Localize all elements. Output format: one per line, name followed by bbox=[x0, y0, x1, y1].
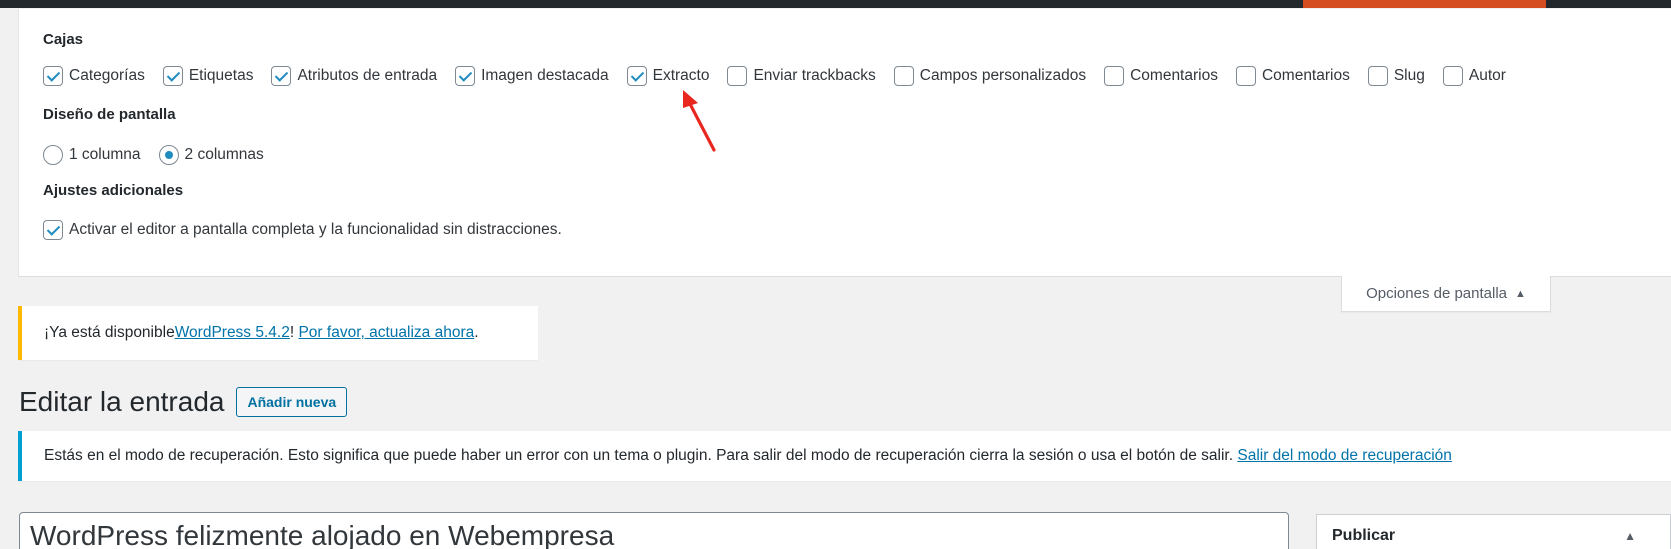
checkbox[interactable] bbox=[1235, 66, 1256, 86]
option-label: Atributos de entrada bbox=[297, 67, 438, 84]
update-notice: ¡Ya está disponible WordPress 5.4.2! Por… bbox=[18, 306, 538, 360]
box-option-imagen-destacada[interactable]: Imagen destacada bbox=[455, 66, 609, 86]
layout-option-1-column[interactable]: 1 columna bbox=[43, 145, 141, 165]
checkbox[interactable] bbox=[893, 66, 914, 86]
option-label: Etiquetas bbox=[188, 67, 254, 84]
page-title: Editar la entrada bbox=[19, 386, 225, 417]
layout-heading: Diseño de pantalla bbox=[43, 106, 176, 123]
option-label: Extracto bbox=[652, 67, 710, 84]
additional-settings-row: Activar el editor a pantalla completa y … bbox=[43, 220, 580, 240]
boxes-heading: Cajas bbox=[43, 31, 84, 48]
add-new-button[interactable]: Añadir nueva bbox=[236, 387, 348, 417]
option-label: Slug bbox=[1393, 67, 1425, 84]
layout-row: 1 columna 2 columnas bbox=[43, 145, 282, 165]
additional-settings-heading: Ajustes adicionales bbox=[43, 182, 184, 199]
box-option-extracto[interactable]: Extracto bbox=[626, 66, 710, 86]
option-label: Comentarios bbox=[1261, 67, 1350, 84]
box-option-slug[interactable]: Slug bbox=[1367, 66, 1425, 86]
checkbox[interactable] bbox=[43, 220, 63, 240]
box-option-categorias[interactable]: Categorías bbox=[43, 66, 145, 86]
checkbox[interactable] bbox=[626, 66, 647, 86]
update-notice-middle: ! bbox=[289, 324, 299, 341]
checkbox[interactable] bbox=[1367, 66, 1388, 86]
radio-button[interactable] bbox=[43, 145, 63, 165]
checkbox[interactable] bbox=[43, 66, 63, 86]
update-now-link[interactable]: Por favor, actualiza ahora bbox=[298, 324, 474, 342]
red-arrow-annotation bbox=[683, 90, 716, 152]
box-option-etiquetas[interactable]: Etiquetas bbox=[162, 66, 254, 86]
page-title-row: Editar la entrada Añadir nueva bbox=[19, 386, 348, 418]
box-option-atributos[interactable]: Atributos de entrada bbox=[271, 66, 437, 86]
checkbox[interactable] bbox=[162, 66, 183, 86]
option-label: Imagen destacada bbox=[481, 67, 609, 84]
update-notice-suffix: . bbox=[474, 324, 479, 341]
box-option-comentarios[interactable]: Comentarios bbox=[1104, 66, 1218, 86]
option-label: 1 columna bbox=[69, 146, 141, 163]
exit-recovery-mode-link[interactable]: Salir del modo de recuperación bbox=[1237, 447, 1452, 465]
checkbox[interactable] bbox=[1104, 66, 1125, 86]
wordpress-version-link[interactable]: WordPress 5.4.2 bbox=[175, 324, 290, 342]
publish-metabox: Publicar ▲ bbox=[1316, 514, 1671, 549]
box-option-comentarios-2[interactable]: Comentarios bbox=[1235, 66, 1350, 86]
option-label: Autor bbox=[1468, 67, 1506, 84]
screen-options-panel: Cajas Categorías Etiquetas Atributos de … bbox=[18, 9, 1671, 277]
post-title-input[interactable]: WordPress felizmente alojado en Webempre… bbox=[19, 512, 1289, 549]
box-option-campos-personalizados[interactable]: Campos personalizados bbox=[893, 66, 1087, 86]
checkbox[interactable] bbox=[1442, 66, 1463, 86]
option-label: 2 columnas bbox=[184, 146, 264, 163]
update-notice-prefix: ¡Ya está disponible bbox=[44, 324, 175, 341]
screen-options-label: Opciones de pantalla bbox=[1366, 285, 1508, 302]
caret-up-icon[interactable]: ▲ bbox=[1624, 529, 1636, 543]
checkbox[interactable] bbox=[727, 66, 748, 86]
box-option-autor[interactable]: Autor bbox=[1442, 66, 1506, 86]
admin-bar bbox=[0, 0, 1671, 8]
admin-bar-highlight-item[interactable] bbox=[1303, 0, 1546, 8]
option-label: Enviar trackbacks bbox=[753, 67, 876, 84]
checkbox[interactable] bbox=[455, 66, 476, 86]
radio-button[interactable] bbox=[158, 145, 179, 165]
recovery-mode-notice: Estás en el modo de recuperación. Esto s… bbox=[18, 431, 1671, 481]
option-label: Campos personalizados bbox=[919, 67, 1087, 84]
recovery-notice-text: Estás en el modo de recuperación. Esto s… bbox=[44, 447, 1238, 464]
caret-up-icon: ▲ bbox=[1515, 287, 1526, 300]
boxes-row: Categorías Etiquetas Atributos de entrad… bbox=[43, 66, 1524, 86]
checkbox[interactable] bbox=[271, 66, 292, 86]
box-option-trackbacks[interactable]: Enviar trackbacks bbox=[727, 66, 876, 86]
screen-options-toggle[interactable]: Opciones de pantalla ▲ bbox=[1341, 276, 1551, 312]
option-label: Comentarios bbox=[1130, 67, 1218, 84]
option-label: Categorías bbox=[69, 67, 145, 84]
distraction-free-option[interactable]: Activar el editor a pantalla completa y … bbox=[43, 220, 562, 240]
layout-option-2-columns[interactable]: 2 columnas bbox=[158, 145, 264, 165]
option-label: Activar el editor a pantalla completa y … bbox=[69, 221, 562, 238]
publish-box-title: Publicar bbox=[1332, 527, 1396, 544]
